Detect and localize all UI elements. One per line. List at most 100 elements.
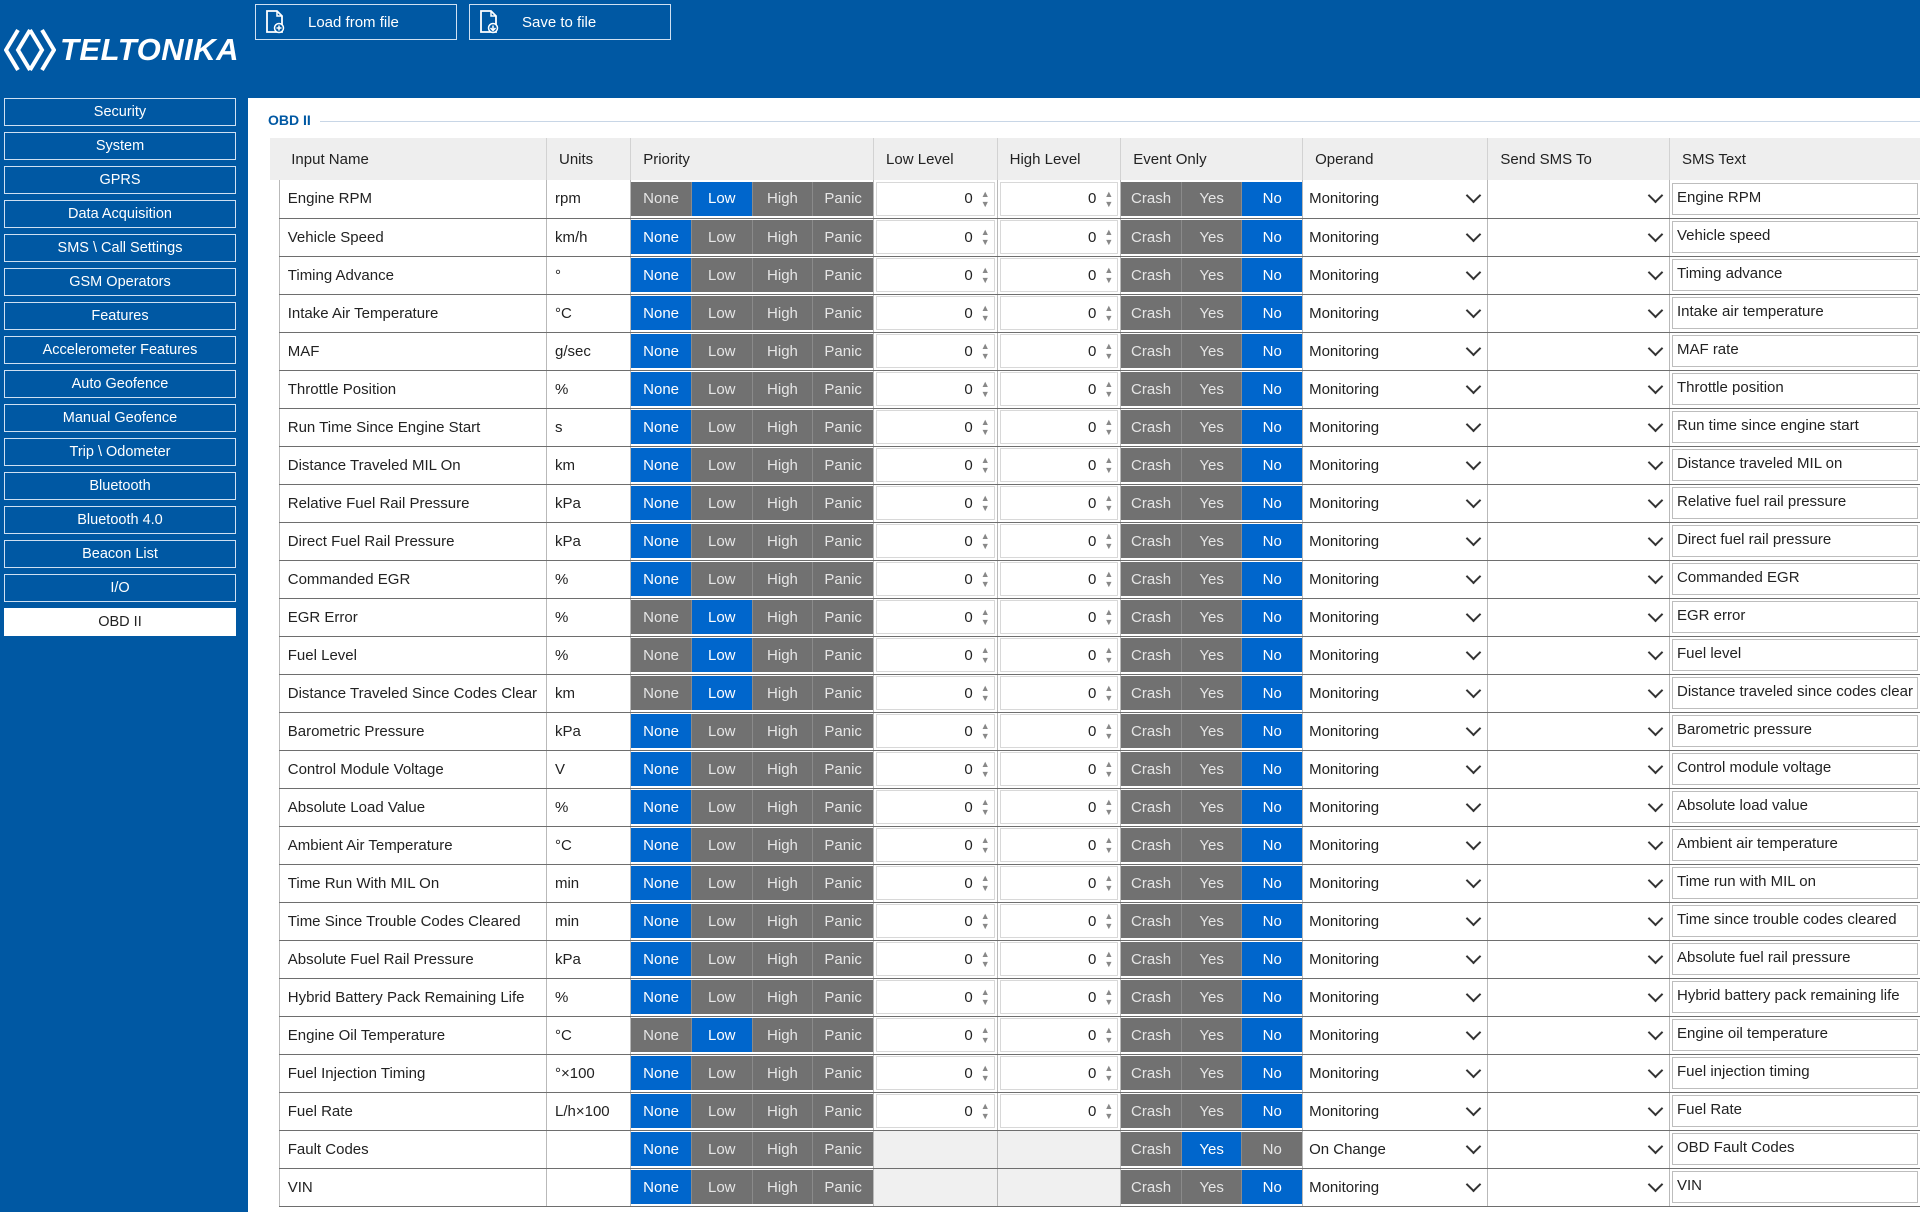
spin-up-icon[interactable]: ▲	[981, 607, 990, 617]
priority-option-none[interactable]: None	[631, 334, 692, 368]
sms-text-input[interactable]: Absolute fuel rail pressure	[1671, 943, 1918, 975]
sidebar-item-system[interactable]: System	[4, 132, 236, 160]
priority-option-high[interactable]: High	[752, 942, 814, 976]
priority-option-low[interactable]: Low	[691, 486, 753, 520]
priority-option-low[interactable]: Low	[691, 904, 753, 938]
spin-down-icon[interactable]: ▼	[1104, 579, 1113, 589]
spin-up-icon[interactable]: ▲	[1104, 569, 1113, 579]
event-option-no[interactable]: No	[1242, 181, 1303, 216]
spin-up-icon[interactable]: ▲	[981, 1063, 990, 1073]
high-level-spinner[interactable]: ▲ ▼	[1104, 1025, 1113, 1045]
high-level-input[interactable]: 0 ▲ ▼	[999, 258, 1119, 292]
spin-down-icon[interactable]: ▼	[1104, 693, 1113, 703]
low-level-spinner[interactable]: ▲ ▼	[981, 341, 990, 361]
priority-option-none[interactable]: None	[631, 448, 692, 482]
spin-down-icon[interactable]: ▼	[1104, 807, 1113, 817]
event-option-no[interactable]: No	[1242, 220, 1303, 254]
spin-down-icon[interactable]: ▼	[981, 503, 990, 513]
low-level-spinner[interactable]: ▲ ▼	[981, 265, 990, 285]
event-option-yes[interactable]: Yes	[1181, 600, 1243, 634]
event-option-no[interactable]: No	[1242, 296, 1303, 330]
event-option-crash[interactable]: Crash	[1121, 258, 1182, 292]
sms-text-input[interactable]: Ambient air temperature	[1671, 829, 1918, 861]
spin-down-icon[interactable]: ▼	[981, 313, 990, 323]
priority-option-none[interactable]: None	[631, 790, 692, 824]
event-option-no[interactable]: No	[1242, 1056, 1303, 1090]
sms-text-input[interactable]: Fuel level	[1671, 639, 1918, 671]
spin-up-icon[interactable]: ▲	[981, 303, 990, 313]
operand-select[interactable]: Monitoring	[1303, 942, 1487, 976]
sidebar-item-security[interactable]: Security	[4, 98, 236, 126]
spin-up-icon[interactable]: ▲	[1104, 227, 1113, 237]
send-sms-to-select[interactable]	[1488, 904, 1669, 938]
sms-text-input[interactable]: Throttle position	[1671, 373, 1918, 405]
spin-up-icon[interactable]: ▲	[981, 455, 990, 465]
high-level-input[interactable]: 0 ▲ ▼	[999, 562, 1119, 596]
spin-up-icon[interactable]: ▲	[1104, 1101, 1113, 1111]
low-level-spinner[interactable]: ▲ ▼	[981, 759, 990, 779]
priority-option-high[interactable]: High	[752, 1170, 814, 1204]
spin-down-icon[interactable]: ▼	[981, 389, 990, 399]
priority-option-panic[interactable]: Panic	[813, 638, 874, 672]
event-option-crash[interactable]: Crash	[1121, 1132, 1182, 1166]
spin-down-icon[interactable]: ▼	[981, 617, 990, 627]
low-level-spinner[interactable]: ▲ ▼	[981, 531, 990, 551]
event-option-yes[interactable]: Yes	[1181, 904, 1243, 938]
spin-down-icon[interactable]: ▼	[981, 693, 990, 703]
spin-down-icon[interactable]: ▼	[1104, 921, 1113, 931]
spin-down-icon[interactable]: ▼	[1104, 427, 1113, 437]
operand-select[interactable]: Monitoring	[1303, 258, 1487, 292]
event-option-crash[interactable]: Crash	[1121, 1018, 1182, 1052]
event-option-crash[interactable]: Crash	[1121, 790, 1182, 824]
low-level-spinner[interactable]: ▲ ▼	[981, 911, 990, 931]
low-level-input[interactable]: 0 ▲ ▼	[876, 562, 995, 596]
priority-option-none[interactable]: None	[631, 181, 692, 216]
event-option-crash[interactable]: Crash	[1121, 942, 1182, 976]
priority-option-none[interactable]: None	[631, 676, 692, 710]
priority-option-none[interactable]: None	[631, 1056, 692, 1090]
send-sms-to-select[interactable]	[1488, 258, 1669, 292]
priority-option-low[interactable]: Low	[691, 258, 753, 292]
sms-text-input[interactable]: Run time since engine start	[1671, 411, 1918, 443]
event-option-yes[interactable]: Yes	[1181, 638, 1243, 672]
spin-down-icon[interactable]: ▼	[1104, 351, 1113, 361]
priority-option-panic[interactable]: Panic	[813, 181, 874, 216]
sms-text-input[interactable]: Engine RPM	[1671, 182, 1918, 215]
low-level-spinner[interactable]: ▲ ▼	[981, 835, 990, 855]
priority-option-high[interactable]: High	[752, 1094, 814, 1128]
sms-text-input[interactable]: Vehicle speed	[1671, 221, 1918, 253]
send-sms-to-select[interactable]	[1488, 942, 1669, 976]
spin-up-icon[interactable]: ▲	[1104, 1063, 1113, 1073]
spin-down-icon[interactable]: ▼	[981, 351, 990, 361]
priority-option-panic[interactable]: Panic	[813, 676, 874, 710]
spin-down-icon[interactable]: ▼	[1104, 541, 1113, 551]
priority-option-none[interactable]: None	[631, 1132, 692, 1166]
event-option-crash[interactable]: Crash	[1121, 676, 1182, 710]
spin-down-icon[interactable]: ▼	[1104, 617, 1113, 627]
spin-down-icon[interactable]: ▼	[981, 769, 990, 779]
sms-text-input[interactable]: Relative fuel rail pressure	[1671, 487, 1918, 519]
spin-down-icon[interactable]: ▼	[981, 199, 990, 209]
send-sms-to-select[interactable]	[1488, 752, 1669, 786]
high-level-spinner[interactable]: ▲ ▼	[1104, 303, 1113, 323]
high-level-spinner[interactable]: ▲ ▼	[1104, 797, 1113, 817]
spin-down-icon[interactable]: ▼	[1104, 465, 1113, 475]
priority-option-none[interactable]: None	[631, 942, 692, 976]
spin-up-icon[interactable]: ▲	[1104, 493, 1113, 503]
spin-up-icon[interactable]: ▲	[981, 987, 990, 997]
sms-text-input[interactable]: MAF rate	[1671, 335, 1918, 367]
high-level-input[interactable]: 0 ▲ ▼	[999, 181, 1119, 216]
operand-select[interactable]: Monitoring	[1303, 524, 1487, 558]
event-option-no[interactable]: No	[1242, 410, 1303, 444]
event-option-yes[interactable]: Yes	[1181, 866, 1243, 900]
sidebar-item-bluetooth-4-0[interactable]: Bluetooth 4.0	[4, 506, 236, 534]
spin-down-icon[interactable]: ▼	[1104, 1111, 1113, 1121]
priority-option-high[interactable]: High	[752, 600, 814, 634]
spin-down-icon[interactable]: ▼	[1104, 1035, 1113, 1045]
priority-option-high[interactable]: High	[752, 828, 814, 862]
priority-option-low[interactable]: Low	[691, 448, 753, 482]
send-sms-to-select[interactable]	[1488, 334, 1669, 368]
sidebar-item-gprs[interactable]: GPRS	[4, 166, 236, 194]
sms-text-input[interactable]: Engine oil temperature	[1671, 1019, 1918, 1051]
high-level-spinner[interactable]: ▲ ▼	[1104, 417, 1113, 437]
